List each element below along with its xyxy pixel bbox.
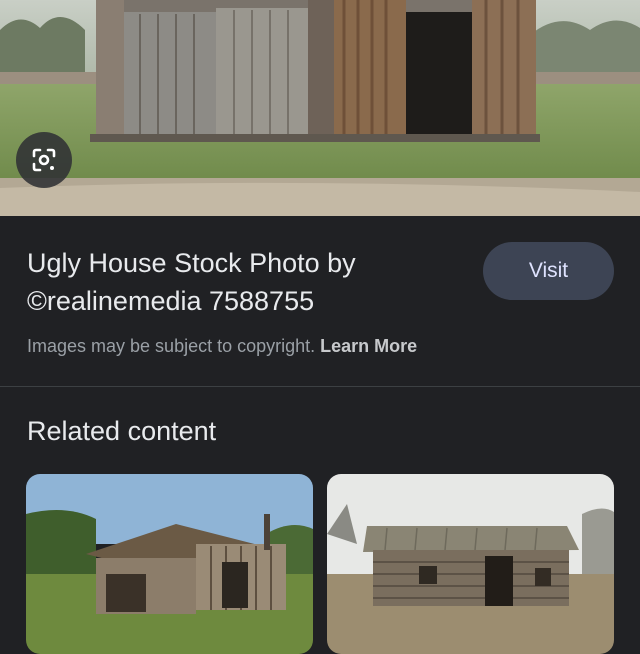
- hero-image[interactable]: [0, 0, 640, 216]
- related-content-heading: Related content: [27, 416, 217, 446]
- copyright-notice: Images may be subject to copyright. Lear…: [27, 336, 417, 357]
- section-divider: [0, 386, 640, 387]
- visit-button[interactable]: Visit: [483, 242, 614, 300]
- result-title[interactable]: Ugly House Stock Photo by ©realinemedia …: [27, 244, 447, 320]
- related-card-2[interactable]: [327, 474, 614, 654]
- copyright-text: Images may be subject to copyright.: [27, 336, 316, 356]
- google-lens-icon: [32, 148, 56, 172]
- related-image-1: [26, 474, 313, 654]
- related-card-1[interactable]: [26, 474, 313, 654]
- hero-photo: [0, 0, 640, 216]
- lens-search-button[interactable]: [16, 132, 72, 188]
- related-image-2: [327, 474, 614, 654]
- learn-more-link[interactable]: Learn More: [320, 336, 417, 356]
